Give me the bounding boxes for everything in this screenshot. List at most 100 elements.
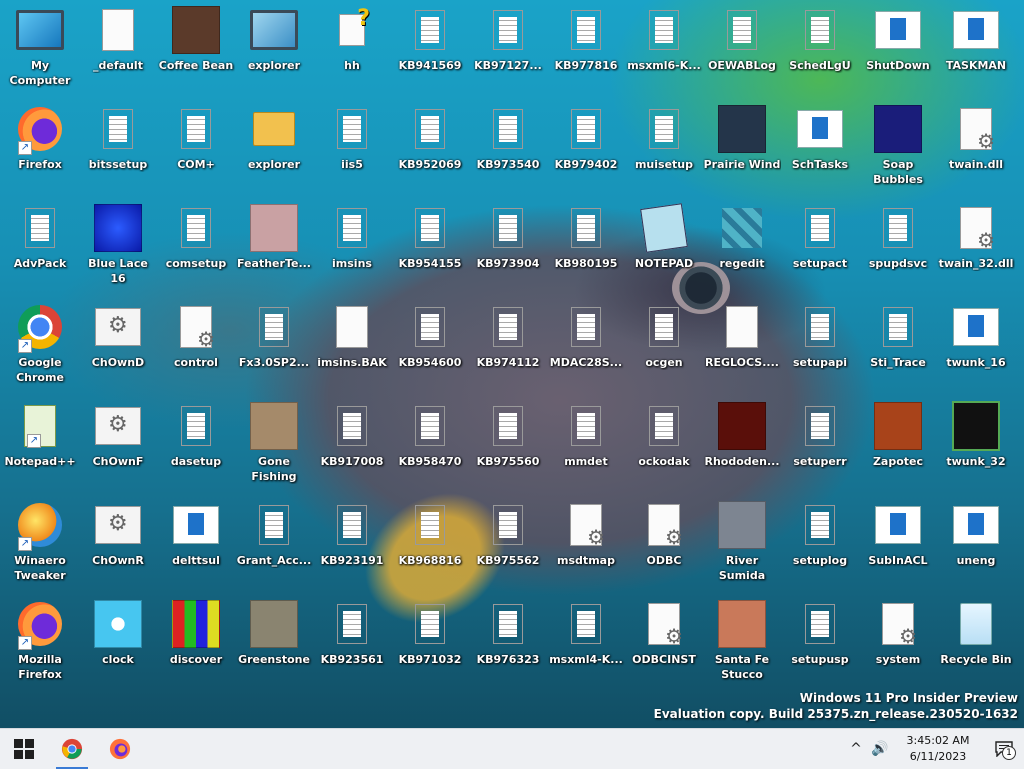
desktop-icon[interactable]: muisetup <box>625 99 703 195</box>
desktop-icon[interactable]: msxml4-K... <box>547 594 625 690</box>
desktop-icon[interactable]: Prairie Wind <box>703 99 781 195</box>
desktop-icon[interactable]: ChOwnF <box>79 396 157 492</box>
desktop-icon[interactable]: bitssetup <box>79 99 157 195</box>
desktop-icon[interactable]: msxml6-K... <box>625 0 703 96</box>
desktop-icon[interactable]: SchedLgU <box>781 0 859 96</box>
desktop-icon[interactable]: KB954600 <box>391 297 469 393</box>
desktop-icon[interactable]: Rhododen... <box>703 396 781 492</box>
desktop-icon[interactable]: explorer <box>235 0 313 96</box>
desktop-icon[interactable]: spupdsvc <box>859 198 937 294</box>
desktop-icon[interactable]: setupusp <box>781 594 859 690</box>
desktop-icon[interactable]: setuplog <box>781 495 859 591</box>
desktop-icon[interactable]: ChOwnD <box>79 297 157 393</box>
desktop-icon[interactable]: My Computer <box>1 0 79 96</box>
desktop-icon[interactable]: setuperr <box>781 396 859 492</box>
desktop-icon[interactable]: SchTasks <box>781 99 859 195</box>
desktop-icon[interactable]: dasetup <box>157 396 235 492</box>
desktop-icon[interactable]: ChOwnR <box>79 495 157 591</box>
desktop-icon[interactable]: NOTEPAD <box>625 198 703 294</box>
desktop-icon[interactable]: KB923191 <box>313 495 391 591</box>
desktop-icon[interactable]: Google Chrome <box>1 297 79 393</box>
odbc-icon <box>640 501 688 549</box>
desktop-icon[interactable]: imsins <box>313 198 391 294</box>
desktop-icon[interactable]: KB976323 <box>469 594 547 690</box>
desktop-icon[interactable]: KB975560 <box>469 396 547 492</box>
desktop-icon[interactable]: COM+ <box>157 99 235 195</box>
desktop-icon[interactable]: River Sumida <box>703 495 781 591</box>
notification-center-button[interactable]: 1 <box>984 729 1024 769</box>
taskbar-clock[interactable]: 3:45:02 AM 6/11/2023 <box>892 733 984 765</box>
desktop-icon[interactable]: KB979402 <box>547 99 625 195</box>
desktop-icon[interactable]: MDAC28S... <box>547 297 625 393</box>
desktop-icon[interactable]: Blue Lace 16 <box>79 198 157 294</box>
desktop-icon[interactable]: TASKMAN <box>937 0 1015 96</box>
desktop-icon[interactable]: discover <box>157 594 235 690</box>
desktop-icon[interactable]: KB923561 <box>313 594 391 690</box>
desktop-icon[interactable]: control <box>157 297 235 393</box>
show-hidden-icons-chevron-icon[interactable]: ^ <box>844 729 868 769</box>
desktop-icon[interactable]: twunk_32 <box>937 396 1015 492</box>
desktop-icon[interactable]: msdtmap <box>547 495 625 591</box>
desktop-icon[interactable]: KB941569 <box>391 0 469 96</box>
desktop-icon[interactable]: SubInACL <box>859 495 937 591</box>
desktop-icon[interactable]: KB952069 <box>391 99 469 195</box>
desktop-icon[interactable]: KB958470 <box>391 396 469 492</box>
desktop-icon[interactable]: Firefox <box>1 99 79 195</box>
desktop-icon[interactable]: FeatherTe... <box>235 198 313 294</box>
desktop-icon[interactable]: Notepad++ <box>1 396 79 492</box>
desktop-icon[interactable]: ? hh <box>313 0 391 96</box>
taskbar-firefox-button[interactable] <box>96 729 144 769</box>
desktop-icon[interactable]: clock <box>79 594 157 690</box>
desktop-icon[interactable]: KB980195 <box>547 198 625 294</box>
desktop-icon[interactable]: Zapotec <box>859 396 937 492</box>
desktop-icon[interactable]: ODBC <box>625 495 703 591</box>
desktop-icon[interactable]: Fx3.0SP2... <box>235 297 313 393</box>
desktop-icon[interactable]: KB974112 <box>469 297 547 393</box>
desktop-icon[interactable]: setupapi <box>781 297 859 393</box>
desktop-icon[interactable]: setupact <box>781 198 859 294</box>
desktop-icon[interactable]: KB917008 <box>313 396 391 492</box>
desktop-icon[interactable]: REGLOCS.... <box>703 297 781 393</box>
desktop-icon[interactable]: ShutDown <box>859 0 937 96</box>
desktop-icon[interactable]: KB977816 <box>547 0 625 96</box>
desktop-icon[interactable]: Greenstone <box>235 594 313 690</box>
taskbar-chrome-button[interactable] <box>48 729 96 769</box>
grant-acc-icon <box>250 501 298 549</box>
desktop-icon[interactable]: twain.dll <box>937 99 1015 195</box>
desktop-icon[interactable]: Mozilla Firefox <box>1 594 79 690</box>
desktop-icon[interactable]: KB975562 <box>469 495 547 591</box>
speaker-icon[interactable]: 🔊 <box>868 729 892 769</box>
desktop-icon[interactable]: Winaero Tweaker <box>1 495 79 591</box>
desktop-icon[interactable]: twunk_16 <box>937 297 1015 393</box>
desktop-icon[interactable]: OEWABLog <box>703 0 781 96</box>
desktop-icon[interactable]: KB971032 <box>391 594 469 690</box>
desktop-icon[interactable]: imsins.BAK <box>313 297 391 393</box>
desktop-icon[interactable]: _default <box>79 0 157 96</box>
desktop-icon[interactable]: comsetup <box>157 198 235 294</box>
desktop-icon[interactable]: ODBCINST <box>625 594 703 690</box>
desktop-icon[interactable]: Gone Fishing <box>235 396 313 492</box>
desktop-icon[interactable]: explorer <box>235 99 313 195</box>
desktop-icon[interactable]: Santa Fe Stucco <box>703 594 781 690</box>
desktop-icon[interactable]: system <box>859 594 937 690</box>
desktop-icon[interactable]: KB97127... <box>469 0 547 96</box>
desktop-icon[interactable]: delttsul <box>157 495 235 591</box>
desktop-icon[interactable]: KB973540 <box>469 99 547 195</box>
desktop-icon[interactable]: Sti_Trace <box>859 297 937 393</box>
desktop-icon[interactable]: ocgen <box>625 297 703 393</box>
desktop-icon[interactable]: regedit <box>703 198 781 294</box>
desktop-icon[interactable]: twain_32.dll <box>937 198 1015 294</box>
desktop-icon[interactable]: ockodak <box>625 396 703 492</box>
desktop-icon[interactable]: KB954155 <box>391 198 469 294</box>
desktop-icon[interactable]: KB968816 <box>391 495 469 591</box>
desktop-icon[interactable]: KB973904 <box>469 198 547 294</box>
desktop-icon[interactable]: iis5 <box>313 99 391 195</box>
desktop-icon[interactable]: AdvPack <box>1 198 79 294</box>
desktop-icon[interactable]: Coffee Bean <box>157 0 235 96</box>
desktop-icon[interactable]: Soap Bubbles <box>859 99 937 195</box>
desktop-icon[interactable]: uneng <box>937 495 1015 591</box>
desktop-icon[interactable]: Grant_Acc... <box>235 495 313 591</box>
desktop-icon[interactable]: Recycle Bin <box>937 594 1015 690</box>
start-button[interactable] <box>0 729 48 769</box>
desktop-icon[interactable]: mmdet <box>547 396 625 492</box>
